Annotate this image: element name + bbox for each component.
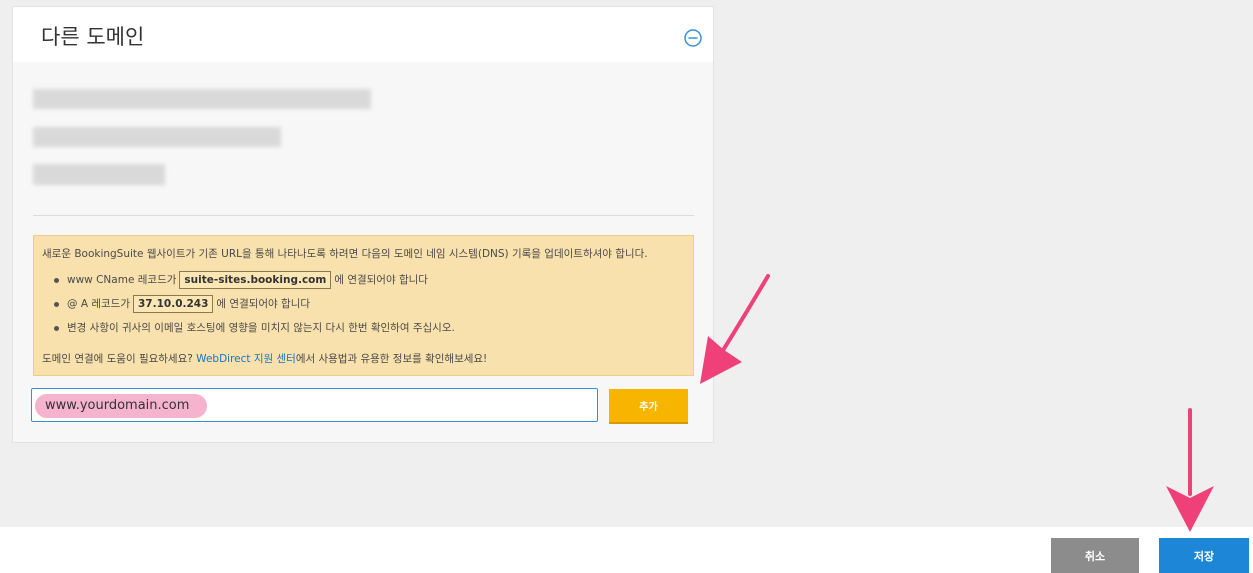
notice-intro: 새로운 BookingSuite 웹사이트가 기존 URL을 통해 나타나도록 … bbox=[42, 248, 648, 260]
other-domain-panel: 다른 도메인 새로운 BookingSuite 웹사이트가 기존 URL을 통해… bbox=[12, 6, 714, 443]
save-button[interactable]: 저장 bbox=[1159, 538, 1249, 573]
notice-help: 도메인 연결에 도움이 필요하세요? WebDirect 지원 센터에서 사용법… bbox=[42, 351, 487, 366]
notice-list: www CName 레코드가 suite-sites.booking.com 에… bbox=[54, 268, 455, 340]
bullet-icon bbox=[54, 325, 59, 331]
list-item-text: 변경 사항이 귀사의 이메일 호스팅에 영향을 미치지 않는지 다시 한번 확인… bbox=[67, 322, 455, 334]
list-item-prefix: www CName 레코드가 bbox=[67, 274, 177, 286]
list-item-suffix: 에 연결되어야 합니다 bbox=[216, 298, 311, 310]
redacted-domain-line bbox=[33, 127, 281, 147]
redacted-domain-line bbox=[33, 164, 165, 185]
cname-value: suite-sites.booking.com bbox=[179, 271, 332, 289]
help-prefix: 도메인 연결에 도움이 필요하세요? bbox=[42, 353, 193, 365]
bullet-icon bbox=[54, 277, 59, 283]
dns-notice-box: 새로운 BookingSuite 웹사이트가 기존 URL을 통해 나타나도록 … bbox=[33, 235, 694, 376]
divider bbox=[33, 215, 694, 216]
help-suffix: 에서 사용법과 유용한 정보를 확인해보세요! bbox=[295, 353, 488, 365]
list-item: 변경 사항이 귀사의 이메일 호스팅에 영향을 미치지 않는지 다시 한번 확인… bbox=[54, 316, 455, 340]
list-item: @ A 레코드가 37.10.0.243 에 연결되어야 합니다 bbox=[54, 292, 455, 316]
redacted-domain-line bbox=[33, 89, 371, 109]
cancel-button[interactable]: 취소 bbox=[1051, 538, 1139, 573]
support-center-link[interactable]: WebDirect 지원 센터 bbox=[196, 353, 296, 365]
add-button[interactable]: 추가 bbox=[609, 389, 688, 424]
list-item-prefix: @ A 레코드가 bbox=[67, 298, 130, 310]
list-item: www CName 레코드가 suite-sites.booking.com 에… bbox=[54, 268, 455, 292]
panel-header: 다른 도메인 bbox=[13, 7, 713, 62]
minus-circle-icon[interactable] bbox=[683, 28, 703, 48]
domain-highlight bbox=[35, 394, 207, 418]
list-item-suffix: 에 연결되어야 합니다 bbox=[334, 274, 428, 286]
panel-title: 다른 도메인 bbox=[41, 25, 145, 49]
bullet-icon bbox=[54, 301, 59, 307]
a-record-value: 37.10.0.243 bbox=[133, 295, 214, 313]
